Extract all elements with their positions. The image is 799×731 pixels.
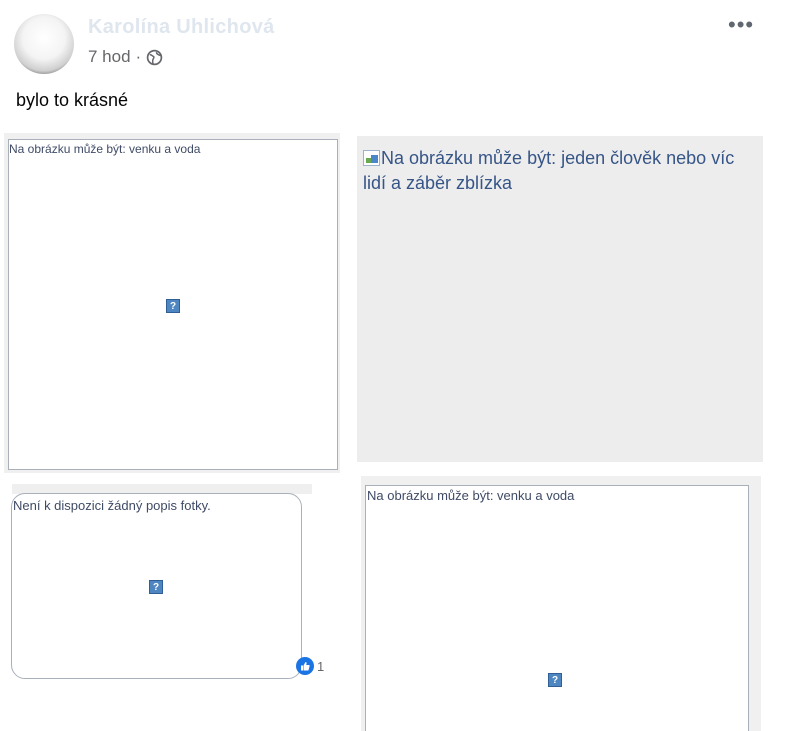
broken-image-icon: ? <box>149 580 163 594</box>
broken-image-icon: ? <box>166 299 180 313</box>
photo-3[interactable]: Není k dispozici žádný popis fotky. ? <box>11 493 302 679</box>
photo-alt-text: Není k dispozici žádný popis fotky. <box>13 498 211 513</box>
reaction-count: 1 <box>317 658 325 674</box>
photo-alt-text-container: Na obrázku může být: jeden člověk nebo v… <box>363 146 758 196</box>
globe-icon[interactable] <box>146 49 163 66</box>
reaction-summary[interactable]: 1 <box>296 657 324 675</box>
more-options-icon[interactable]: ••• <box>728 12 754 38</box>
photo-alt-text: Na obrázku může být: venku a voda <box>367 488 575 503</box>
broken-image-icon <box>363 150 380 166</box>
author-name[interactable]: Karolína Uhlichová <box>88 16 275 39</box>
like-icon <box>296 657 314 675</box>
photo-2[interactable]: Na obrázku může být: jeden člověk nebo v… <box>357 136 763 462</box>
post-text: bylo to krásné <box>16 90 129 110</box>
photo-alt-text: Na obrázku může být: jeden člověk nebo v… <box>363 148 735 193</box>
broken-image-icon: ? <box>548 673 562 687</box>
photo-1[interactable]: Na obrázku může být: venku a voda ? <box>8 139 338 470</box>
meta-separator: · <box>135 47 142 66</box>
post-meta: 7 hod · <box>88 47 163 67</box>
photo-4[interactable]: Na obrázku může být: venku a voda ? <box>365 485 749 731</box>
post-time[interactable]: 7 hod <box>88 47 131 67</box>
photo-alt-text: Na obrázku může být: venku a voda <box>9 142 201 156</box>
avatar[interactable] <box>14 14 74 74</box>
